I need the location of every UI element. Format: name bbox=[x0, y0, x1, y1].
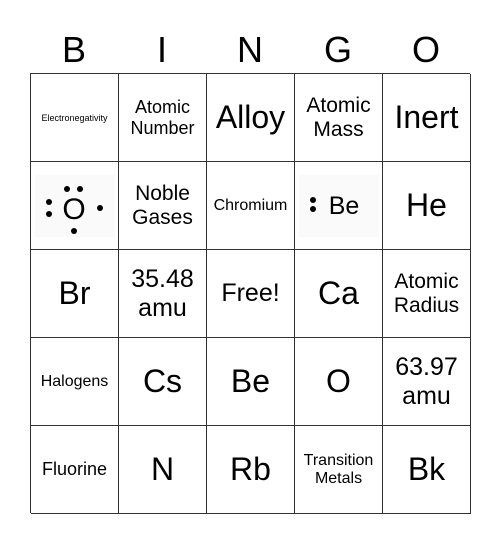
bingo-cell[interactable]: Noble Gases bbox=[119, 162, 207, 250]
lewis-oxygen-image: O bbox=[34, 174, 115, 237]
cell-text: Bk bbox=[407, 451, 446, 487]
element-symbol: O bbox=[62, 193, 85, 226]
cell-text: Halogens bbox=[40, 372, 109, 390]
bingo-cell[interactable]: O bbox=[295, 338, 383, 426]
bingo-cell[interactable]: Br bbox=[31, 250, 119, 338]
cell-text: Chromium bbox=[213, 196, 288, 214]
bingo-cell[interactable]: Atomic Number bbox=[119, 74, 207, 162]
bingo-cell[interactable]: N bbox=[119, 426, 207, 514]
cell-text: O bbox=[326, 363, 351, 399]
cell-text: 35.48 amu bbox=[131, 264, 194, 322]
cell-text: Transition Metals bbox=[303, 451, 374, 487]
cell-text: N bbox=[150, 451, 175, 487]
header-letter: N bbox=[237, 29, 263, 70]
header-letter: O bbox=[411, 29, 440, 70]
header-letter: G bbox=[323, 29, 352, 70]
bingo-cell[interactable]: Ca bbox=[295, 250, 383, 338]
bingo-header: BINGO bbox=[30, 28, 470, 72]
bingo-cell[interactable]: Inert bbox=[383, 74, 471, 162]
bingo-cell[interactable]: Fluorine bbox=[31, 426, 119, 514]
cell-text: Fluorine bbox=[41, 459, 108, 479]
bingo-cell[interactable]: Cs bbox=[119, 338, 207, 426]
bingo-cell[interactable]: Free! bbox=[207, 250, 295, 338]
cell-text: Cs bbox=[142, 363, 183, 399]
cell-text: Electronegativity bbox=[41, 112, 108, 123]
lewis-beryllium-image: Be bbox=[298, 174, 379, 237]
bingo-cell[interactable]: Atomic Mass bbox=[295, 74, 383, 162]
bingo-cell[interactable]: Bk bbox=[383, 426, 471, 514]
cell-text: Be bbox=[230, 363, 271, 399]
cell-text: Rb bbox=[230, 451, 271, 487]
cell-text: Free! bbox=[221, 279, 280, 307]
cell-text: Atomic Mass bbox=[306, 93, 371, 141]
cell-text: Noble Gases bbox=[132, 181, 193, 229]
bingo-cell[interactable]: Chromium bbox=[207, 162, 295, 250]
bingo-card: Electronegativity Atomic Number Alloy Atomi… bbox=[30, 73, 471, 514]
cell-text: 63.97 amu bbox=[395, 352, 458, 410]
header-letter: I bbox=[156, 29, 167, 70]
bingo-cell[interactable]: Electronegativity bbox=[31, 74, 119, 162]
bingo-cell[interactable]: Transition Metals bbox=[295, 426, 383, 514]
bingo-cell[interactable]: Be bbox=[295, 162, 383, 250]
header-letter: B bbox=[61, 29, 86, 70]
bingo-cell[interactable]: O bbox=[31, 162, 119, 250]
bingo-cell[interactable]: Rb bbox=[207, 426, 295, 514]
cell-text: He bbox=[406, 187, 447, 223]
bingo-cell[interactable]: Halogens bbox=[31, 338, 119, 426]
bingo-cell[interactable]: Be bbox=[207, 338, 295, 426]
cell-text: Atomic Number bbox=[130, 96, 195, 138]
cell-text: Inert bbox=[394, 99, 459, 135]
cell-text: Alloy bbox=[215, 99, 286, 135]
bingo-cell[interactable]: Alloy bbox=[207, 74, 295, 162]
bingo-cell[interactable]: 63.97 amu bbox=[383, 338, 471, 426]
bingo-cell[interactable]: 35.48 amu bbox=[119, 250, 207, 338]
bingo-cell[interactable]: He bbox=[383, 162, 471, 250]
bingo-cell[interactable]: Atomic Radius bbox=[383, 250, 471, 338]
element-symbol: Be bbox=[328, 192, 359, 220]
cell-text: Ca bbox=[318, 275, 359, 311]
cell-text: Br bbox=[58, 275, 91, 311]
cell-text: Atomic Radius bbox=[393, 269, 460, 317]
